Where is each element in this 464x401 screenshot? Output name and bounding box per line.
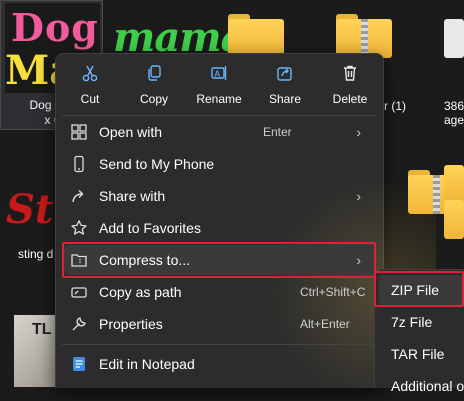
cut-button[interactable]: Cut [58,60,122,108]
submenu-item-zip-file[interactable]: ZIP File [379,275,464,305]
wrench-icon [70,315,88,333]
menu-item-label: Open with [99,124,163,140]
menu-item-send-to-phone[interactable]: Send to My Phone [64,149,375,179]
menu-item-label: Edit in Notepad [99,356,195,372]
notepad-icon [70,355,88,373]
rename-label: Rename [196,92,242,106]
menu-item-edit-in-notepad[interactable]: Edit in Notepad [64,349,375,379]
file-label: r (1) [384,99,406,113]
shortcut-text: Ctrl+Shift+C [300,285,366,299]
file-label: 3865 [444,99,464,113]
menu-divider [62,344,377,345]
copy-icon [122,64,186,88]
menu-item-properties[interactable]: Properties Alt+Enter [64,309,375,339]
scissors-icon [58,64,122,88]
phone-icon [70,155,88,173]
rename-icon: A [187,64,251,88]
zip-folder-icon[interactable] [444,195,464,239]
submenu-item-label: TAR File [391,346,445,362]
share-label: Share [268,92,302,106]
context-menu: Cut Copy A Rename Share Delete Open with… [55,53,436,388]
photo-thumbnail[interactable]: TL [14,315,58,387]
delete-button[interactable]: Delete [318,60,382,108]
cut-label: Cut [80,92,100,106]
share-button[interactable]: Share [253,60,317,108]
menu-item-add-to-favorites[interactable]: Add to Favorites [64,213,375,243]
chevron-right-icon: › [356,188,361,204]
file-label: age_ [444,113,464,127]
compress-submenu: ZIP File 7z File TAR File Additional o [374,269,464,394]
share-with-icon [70,187,88,205]
menu-item-compress-to[interactable]: Compress to... › [64,245,375,275]
file-label: sting d [18,247,54,261]
shortcut-text: Alt+Enter [300,317,350,331]
photo-text: TL [32,321,52,338]
menu-item-label: Properties [99,316,163,332]
menu-item-open-with[interactable]: Open with Enter › [64,117,375,147]
menu-item-label: Share with [99,188,166,204]
share-icon [253,64,317,88]
menu-item-copy-as-path[interactable]: Copy as path Ctrl+Shift+C [64,277,375,307]
submenu-item-label: 7z File [391,314,433,330]
submenu-item-label: Additional o [391,378,464,394]
rename-button[interactable]: A Rename [187,60,251,108]
trash-icon [318,64,382,88]
delete-label: Delete [332,92,368,106]
star-icon [70,219,88,237]
menu-item-share-with[interactable]: Share with › [64,181,375,211]
submenu-item-label: ZIP File [391,282,439,298]
copy-path-icon [70,283,88,301]
menu-item-label: Add to Favorites [99,220,201,236]
copy-label: Copy [139,92,168,106]
submenu-item-7z-file[interactable]: 7z File [379,307,464,337]
menu-item-label: Send to My Phone [99,156,215,172]
menu-divider [62,115,377,116]
svg-text:A: A [215,70,221,79]
open-with-icon [70,123,88,141]
copy-button[interactable]: Copy [122,60,186,108]
file-icon[interactable] [444,14,464,58]
folder-icon[interactable] [228,14,284,58]
submenu-item-tar-file[interactable]: TAR File [379,339,464,369]
thumbnail-art-text: Dog [11,5,99,50]
archive-icon [70,251,88,269]
chevron-right-icon: › [356,252,361,268]
menu-item-label: Compress to... [99,252,191,268]
submenu-item-additional-options[interactable]: Additional o [379,371,464,401]
shortcut-text: Enter [263,125,292,139]
menu-item-label: Copy as path [99,284,182,300]
context-menu-toolbar: Cut Copy A Rename Share Delete [56,54,383,112]
chevron-right-icon: › [356,124,361,140]
zip-folder-icon[interactable] [336,14,392,58]
